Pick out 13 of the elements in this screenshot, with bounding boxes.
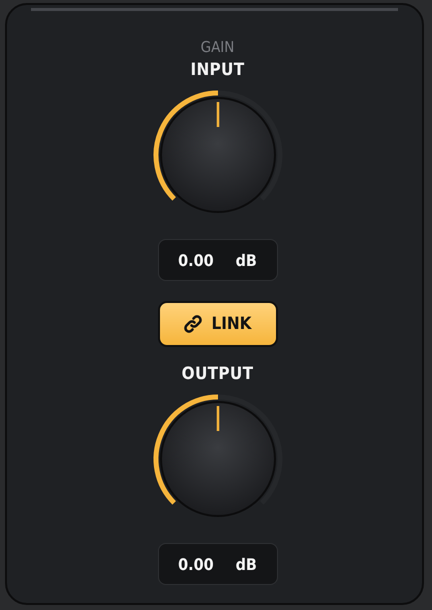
section-title: GAIN (200, 37, 234, 57)
value-readout[interactable]: 0.00 dB (158, 239, 278, 281)
gain-knob[interactable] (153, 90, 282, 213)
link-button[interactable]: LINK (158, 301, 278, 347)
gain-knob[interactable] (153, 394, 282, 517)
gain-value: 0.00 (178, 554, 214, 574)
value-readout[interactable]: 0.00 dB (158, 543, 278, 585)
knob-label: OUTPUT (182, 363, 254, 385)
knob-label: INPUT (190, 59, 245, 81)
unit-label: dB (236, 554, 257, 574)
link-icon (183, 314, 204, 334)
gain-value: 0.00 (178, 250, 214, 270)
unit-label: dB (236, 250, 257, 270)
